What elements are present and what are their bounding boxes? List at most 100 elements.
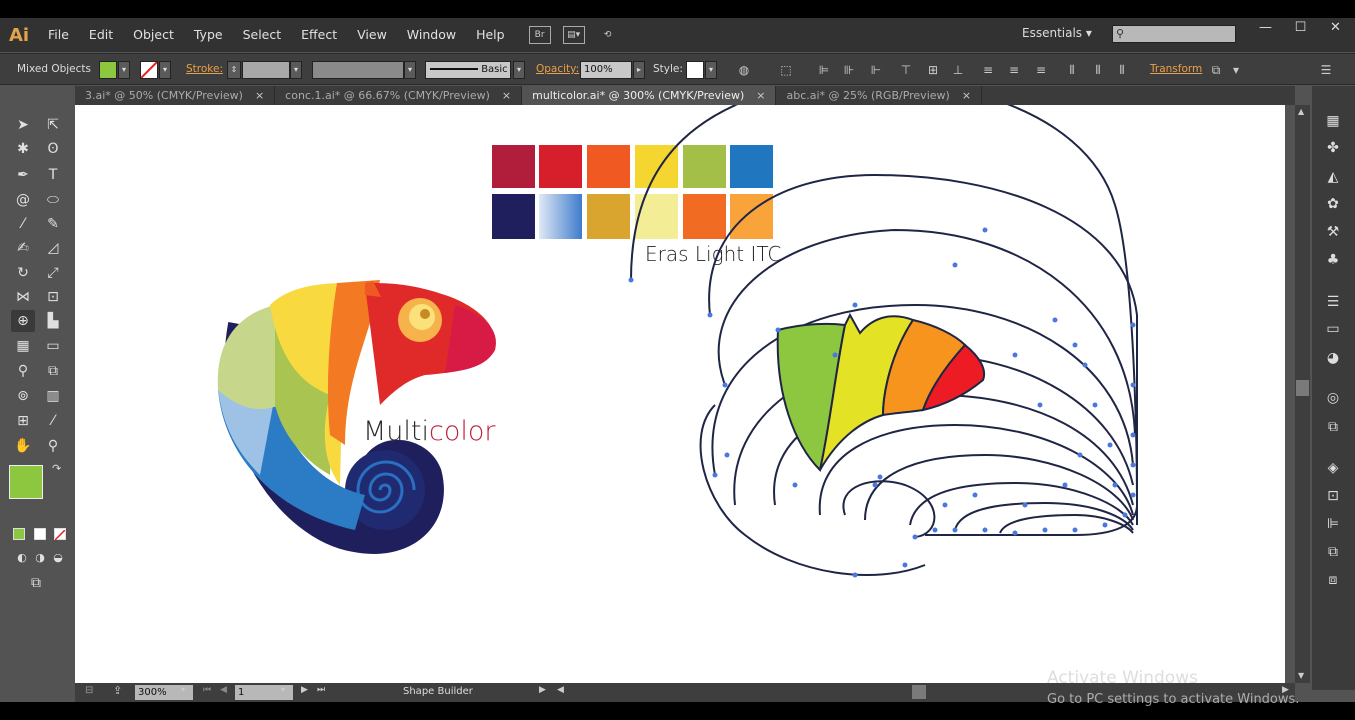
graphic-style-swatch[interactable]	[686, 61, 704, 79]
blob-brush-tool-icon[interactable]: ✍	[11, 237, 35, 259]
control-menu-chevron-icon[interactable]: ▾	[1228, 62, 1244, 78]
type-tool-icon[interactable]: T	[41, 164, 65, 186]
variable-width-dropdown[interactable]: ▾	[404, 61, 416, 79]
tab-conc-1-ai[interactable]: conc.1.ai* @ 66.67% (CMYK/Preview) ×	[275, 86, 523, 105]
none-mode-icon[interactable]	[54, 528, 66, 541]
scroll-down-icon[interactable]: ▼	[1298, 671, 1304, 680]
menu-type[interactable]: Type	[184, 18, 233, 52]
align-center-vertical-icon[interactable]: ⊞	[925, 62, 941, 78]
palette-swatch[interactable]	[587, 145, 630, 188]
eraser-tool-icon[interactable]: ◿	[41, 237, 65, 259]
opacity-dropdown[interactable]: ▸	[633, 61, 645, 79]
artboard-dropdown-icon[interactable]: ▾	[281, 685, 285, 694]
swatches-panel-icon[interactable]: ▦	[1322, 111, 1344, 131]
horizontal-scroll-thumb[interactable]	[912, 685, 926, 699]
last-artboard-icon[interactable]: ⏭	[317, 685, 325, 695]
gradient-mode-icon[interactable]	[34, 528, 46, 540]
palette-swatch[interactable]	[635, 194, 678, 239]
palette-swatch[interactable]	[683, 194, 726, 239]
shape-builder-tool-icon[interactable]: ⊕	[11, 310, 35, 332]
align-top-icon[interactable]: ⊤	[898, 62, 914, 78]
recolor-artwork-icon[interactable]: ◍	[736, 62, 752, 78]
select-similar-icon[interactable]: ⬚	[778, 62, 794, 78]
vertical-scrollbar[interactable]: ▲ ▼	[1295, 105, 1310, 683]
distribute-horizontal-icon[interactable]: ⫴	[1090, 62, 1106, 78]
screen-mode-icon[interactable]: ⧉	[24, 572, 48, 594]
tab-abc-ai[interactable]: abc.ai* @ 25% (RGB/Preview) ×	[776, 86, 983, 105]
distribute-center-icon[interactable]: ≡	[1006, 62, 1022, 78]
bridge-icon[interactable]: Br	[528, 26, 551, 44]
magic-wand-tool-icon[interactable]: ✱	[11, 138, 35, 160]
palette-swatch[interactable]	[683, 145, 726, 188]
scroll-left-icon[interactable]: ◀	[557, 685, 564, 695]
close-tab-icon[interactable]: ×	[756, 89, 765, 102]
paintbrush-tool-icon[interactable]: ⁄	[11, 213, 35, 235]
gpu-performance-icon[interactable]: ⟲	[597, 26, 619, 44]
shape-builder-segments[interactable]	[776, 312, 985, 472]
layers-panel-icon[interactable]: ◈	[1322, 458, 1344, 478]
isolate-group-icon[interactable]: ⧉	[1208, 62, 1224, 78]
free-transform-tool-icon[interactable]: ⊡	[41, 286, 65, 308]
close-tab-icon[interactable]: ×	[502, 89, 511, 102]
palette-swatch[interactable]	[492, 194, 535, 239]
graphic-style-dropdown[interactable]: ▾	[705, 61, 717, 79]
align-bottom-icon[interactable]: ⊥	[950, 62, 966, 78]
eyedropper-tool-icon[interactable]: ⚲	[11, 360, 35, 382]
blend-tool-icon[interactable]: ⧉	[41, 360, 65, 382]
gradient-tool-icon[interactable]: ▭	[41, 335, 65, 357]
pencil-tool-icon[interactable]: ✎	[41, 213, 65, 235]
minimize-icon[interactable]: —	[1248, 18, 1283, 38]
menu-help[interactable]: Help	[466, 18, 515, 52]
transparency-panel-icon[interactable]: ◕	[1322, 348, 1344, 368]
distribute-bottom-icon[interactable]: ≡	[1033, 62, 1049, 78]
scroll-thumb[interactable]	[1296, 380, 1309, 396]
direct-selection-tool-icon[interactable]: ⇱	[41, 114, 65, 136]
align-left-icon[interactable]: ⊫	[816, 62, 832, 78]
rotate-tool-icon[interactable]: ↻	[11, 262, 35, 284]
artboards-panel-icon[interactable]: ⊡	[1322, 486, 1344, 506]
align-center-horizontal-icon[interactable]: ⊪	[841, 62, 857, 78]
tab-multicolor-ai[interactable]: multicolor.ai* @ 300% (CMYK/Preview) ×	[522, 86, 777, 105]
previous-artboard-icon[interactable]: ◀	[220, 685, 227, 695]
scroll-up-icon[interactable]: ▲	[1298, 107, 1304, 116]
close-tab-icon[interactable]: ×	[962, 89, 971, 102]
distribute-left-icon[interactable]: ⫴	[1064, 62, 1080, 78]
opacity-input[interactable]: 100%	[580, 61, 632, 79]
symbols-panel-icon[interactable]: ♣	[1322, 250, 1344, 270]
stroke-panel-icon[interactable]: ☰	[1322, 292, 1344, 312]
palette-swatch[interactable]	[587, 194, 630, 239]
swap-colors-icon[interactable]: ↷	[52, 462, 61, 475]
share-icon[interactable]: ⇪	[113, 684, 122, 697]
menu-object[interactable]: Object	[123, 18, 184, 52]
panel-menu-icon[interactable]: ☰	[1318, 62, 1334, 78]
fill-swatch[interactable]	[99, 61, 117, 79]
graphic-styles-panel-icon[interactable]: ⧉	[1322, 417, 1344, 437]
slice-tool-icon[interactable]: ⁄	[41, 410, 65, 432]
distribute-top-icon[interactable]: ≡	[980, 62, 996, 78]
fill-dropdown[interactable]: ▾	[118, 61, 130, 79]
mesh-tool-icon[interactable]: ▦	[11, 335, 35, 357]
variable-width-profile[interactable]	[312, 61, 404, 79]
spiral-tool-icon[interactable]: @	[11, 189, 35, 211]
first-artboard-icon[interactable]: ⏮	[203, 685, 211, 695]
maximize-icon[interactable]: ☐	[1283, 18, 1318, 38]
draw-inside-icon[interactable]: ◒	[46, 547, 70, 569]
color-guide-panel-icon[interactable]: ✤	[1322, 138, 1344, 158]
menu-file[interactable]: File	[38, 18, 79, 52]
brush-definition[interactable]: Basic	[425, 61, 511, 79]
workspace-switcher[interactable]: Essentials ▾	[1022, 26, 1092, 40]
menu-select[interactable]: Select	[233, 18, 292, 52]
color-mode-icon[interactable]	[13, 528, 25, 540]
brushes-panel-icon[interactable]: ⚒	[1322, 222, 1344, 242]
palette-swatch[interactable]	[539, 145, 582, 188]
stroke-swatch[interactable]	[140, 61, 158, 79]
artboard-canvas[interactable]: Eras Light ITC Multicolor	[75, 105, 1285, 683]
symbol-sprayer-tool-icon[interactable]: ⊚	[11, 385, 35, 407]
zoom-tool-icon[interactable]: ⚲	[41, 435, 65, 457]
status-menu-icon[interactable]: ▶	[539, 685, 546, 695]
perspective-grid-tool-icon[interactable]: ▙	[41, 310, 65, 332]
stroke-weight-dropdown[interactable]: ▾	[290, 61, 302, 79]
align-right-icon[interactable]: ⊩	[868, 62, 884, 78]
close-tab-icon[interactable]: ×	[255, 89, 264, 102]
stroke-dropdown[interactable]: ▾	[159, 61, 171, 79]
